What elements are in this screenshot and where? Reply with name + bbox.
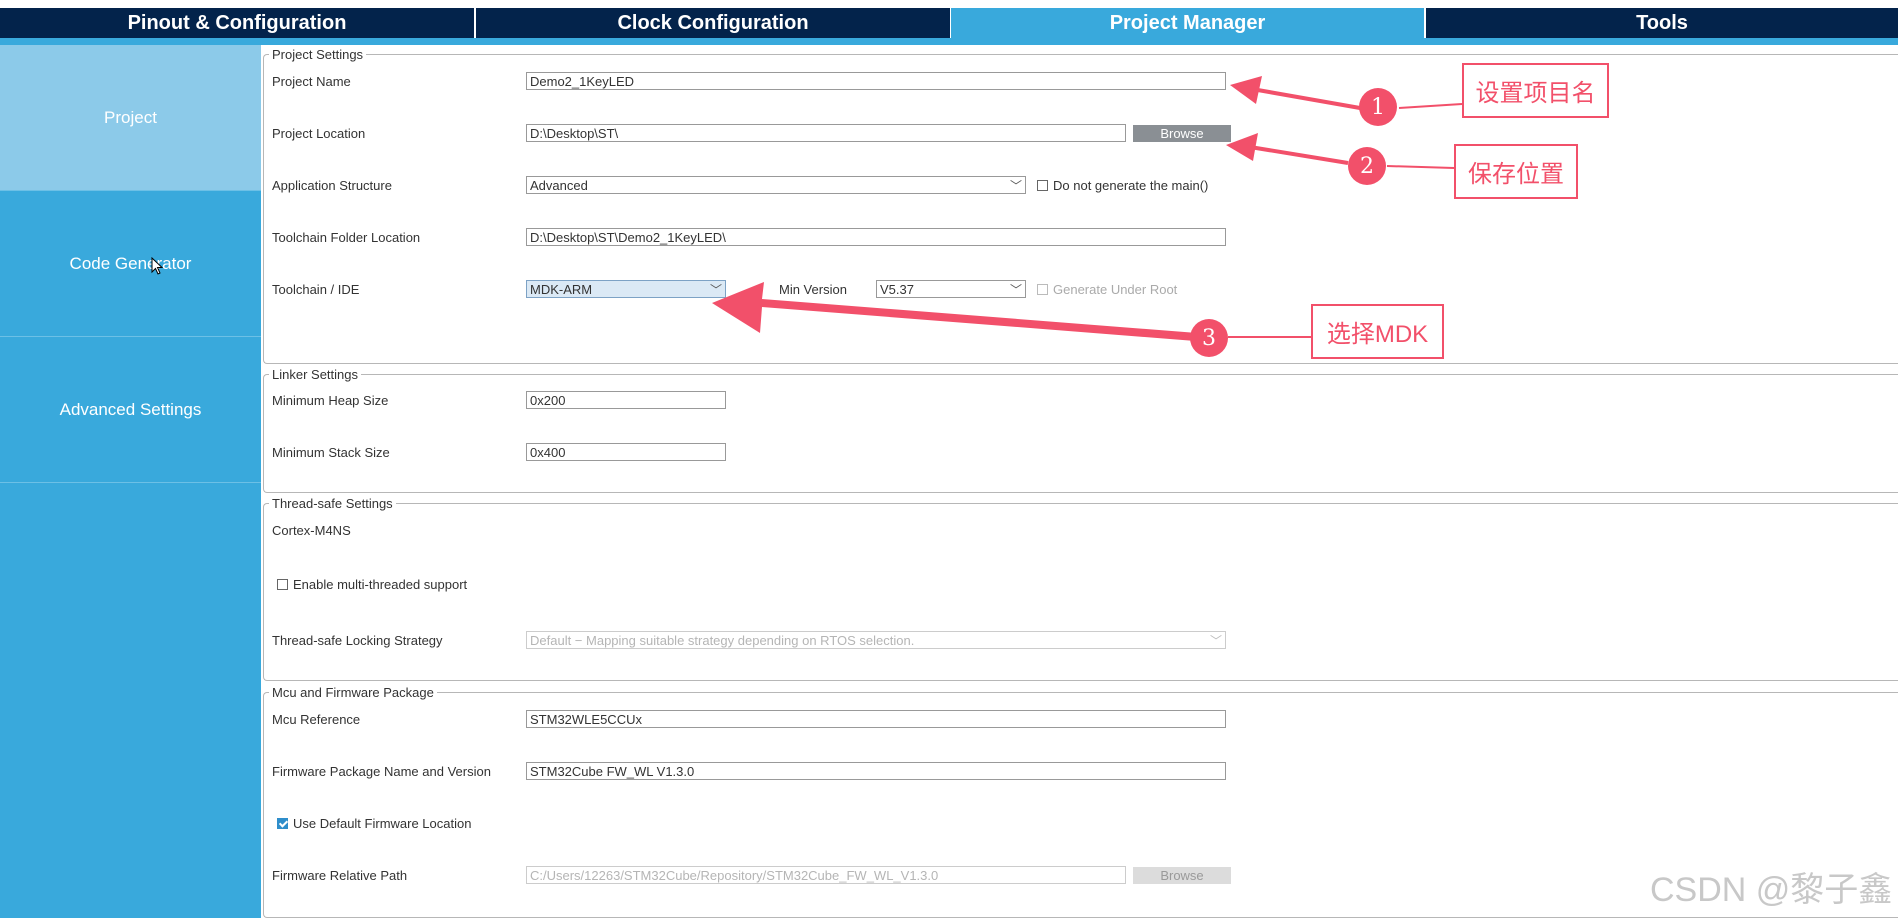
mcu-reference-label: Mcu Reference [272, 712, 361, 727]
project-location-label: Project Location [272, 126, 366, 141]
core-name-label: Cortex-M4NS [272, 523, 351, 538]
thread-safe-settings-section: Thread-safe Settings Cortex-M4NS Enable … [263, 496, 1898, 681]
annotation-callout-3: 选择MDK [1311, 304, 1444, 359]
tab-project-manager[interactable]: Project Manager [951, 8, 1424, 38]
watermark: CSDN @黎子鑫 [1650, 871, 1893, 909]
chevron-down-icon: ﹀ [1209, 634, 1222, 648]
project-settings-section: Project Settings Project Name Demo2_1Key… [263, 47, 1898, 364]
sidebar-item-advanced-settings[interactable]: Advanced Settings [0, 337, 261, 483]
top-tab-bar: Pinout & Configuration Clock Configurati… [0, 0, 1898, 45]
input-value: 0x200 [530, 393, 566, 408]
sidebar-item-label: Code Generator [69, 253, 192, 273]
firmware-path-label: Firmware Relative Path [272, 868, 408, 883]
annotation-badge-2: 2 [1348, 147, 1386, 185]
button-label: Browse [1160, 126, 1204, 141]
heap-size-input[interactable]: 0x200 [526, 391, 726, 409]
use-default-firmware-label: Use Default Firmware Location [293, 816, 472, 831]
annotation-badge-1: 1 [1359, 88, 1397, 126]
firmware-path-input[interactable]: C:/Users/12263/STM32Cube/Repository/STM3… [526, 866, 1126, 884]
project-location-input[interactable]: D:\Desktop\ST\ [526, 124, 1126, 142]
sidebar-item-project[interactable]: Project [0, 45, 261, 191]
mouse-cursor-icon [151, 257, 163, 275]
toolchain-folder-label: Toolchain Folder Location [272, 230, 421, 245]
sidebar-item-label: Advanced Settings [59, 399, 202, 419]
locking-strategy-label: Thread-safe Locking Strategy [272, 633, 443, 648]
application-structure-label: Application Structure [272, 178, 392, 193]
linker-settings-section: Linker Settings Minimum Heap Size 0x200 … [263, 367, 1898, 493]
badge-number: 1 [1371, 94, 1385, 120]
multithread-checkbox[interactable] [277, 579, 288, 590]
annotation-badge-3: 3 [1190, 319, 1228, 357]
min-version-select[interactable]: V5.37 ﹀ [876, 280, 1026, 298]
button-label: Browse [1160, 868, 1204, 883]
chevron-down-icon: ﹀ [709, 283, 722, 297]
tab-underline [0, 38, 1898, 45]
tab-label: Project Manager [1109, 11, 1266, 34]
input-value: 0x400 [530, 445, 566, 460]
toolchain-ide-label: Toolchain / IDE [272, 282, 360, 297]
input-value: Demo2_1KeyLED [530, 74, 635, 89]
toolchain-ide-select[interactable]: MDK-ARM ﹀ [526, 280, 726, 298]
select-value: V5.37 [880, 282, 914, 297]
section-legend: Mcu and Firmware Package [269, 685, 437, 700]
chevron-down-icon: ﹀ [1009, 179, 1022, 193]
firmware-package-label: Firmware Package Name and Version [272, 764, 491, 779]
badge-number: 3 [1202, 325, 1216, 351]
select-value: MDK-ARM [530, 282, 593, 297]
input-value: C:/Users/12263/STM32Cube/Repository/STM3… [530, 868, 939, 883]
generate-under-root-checkbox[interactable] [1037, 284, 1048, 295]
callout-text: 保存位置 [1468, 161, 1564, 188]
browse-location-button[interactable]: Browse [1133, 125, 1231, 142]
application-structure-select[interactable]: Advanced ﹀ [526, 176, 1026, 194]
section-legend: Thread-safe Settings [269, 496, 396, 511]
section-legend: Linker Settings [269, 367, 361, 382]
no-main-label: Do not generate the main() [1053, 178, 1209, 193]
multithread-label: Enable multi-threaded support [293, 577, 468, 592]
generate-under-root-label: Generate Under Root [1053, 282, 1178, 297]
badge-number: 2 [1360, 153, 1374, 179]
tab-label: Clock Configuration [617, 11, 809, 34]
annotation-callout-1: 设置项目名 [1462, 63, 1609, 118]
select-value: Default − Mapping suitable strategy depe… [530, 633, 915, 648]
callout-text: 选择MDK [1326, 321, 1429, 348]
input-value: D:\Desktop\ST\ [530, 126, 619, 141]
input-value: STM32WLE5CCUx [530, 712, 642, 727]
sidebar-item-label: Project [104, 107, 157, 127]
browse-firmware-button[interactable]: Browse [1133, 867, 1231, 884]
tab-label: Tools [1636, 11, 1688, 34]
input-value: D:\Desktop\ST\Demo2_1KeyLED\ [530, 230, 726, 245]
section-legend: Project Settings [269, 47, 367, 62]
use-default-firmware-checkbox[interactable] [277, 818, 288, 829]
project-name-label: Project Name [272, 74, 351, 89]
heap-size-label: Minimum Heap Size [272, 393, 389, 408]
stack-size-input[interactable]: 0x400 [526, 443, 726, 461]
chevron-down-icon: ﹀ [1009, 283, 1022, 297]
tab-label: Pinout & Configuration [127, 11, 347, 34]
tab-tools[interactable]: Tools [1426, 8, 1898, 38]
sidebar: Project Code Generator Advanced Settings [0, 45, 261, 918]
sidebar-item-code-generator[interactable]: Code Generator [0, 191, 261, 337]
callout-text: 设置项目名 [1475, 80, 1596, 107]
no-main-checkbox[interactable] [1037, 180, 1048, 191]
firmware-package-input[interactable]: STM32Cube FW_WL V1.3.0 [526, 762, 1226, 780]
tab-pinout-configuration[interactable]: Pinout & Configuration [0, 8, 474, 38]
input-value: STM32Cube FW_WL V1.3.0 [530, 764, 695, 779]
locking-strategy-select[interactable]: Default − Mapping suitable strategy depe… [526, 631, 1226, 649]
annotation-callout-2: 保存位置 [1454, 144, 1578, 199]
select-value: Advanced [530, 178, 588, 193]
tab-clock-configuration[interactable]: Clock Configuration [476, 8, 950, 38]
toolchain-folder-input[interactable]: D:\Desktop\ST\Demo2_1KeyLED\ [526, 228, 1226, 246]
mcu-reference-input[interactable]: STM32WLE5CCUx [526, 710, 1226, 728]
stack-size-label: Minimum Stack Size [272, 445, 390, 460]
project-name-input[interactable]: Demo2_1KeyLED [526, 72, 1226, 90]
min-version-label: Min Version [779, 282, 847, 297]
